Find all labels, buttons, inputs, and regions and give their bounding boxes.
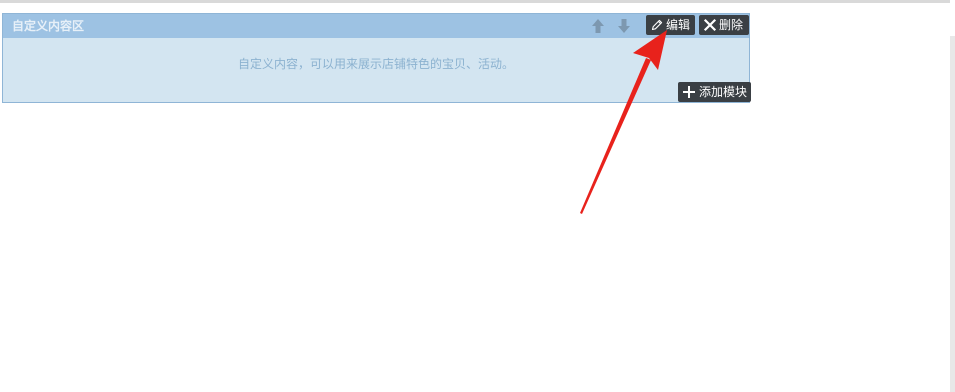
custom-content-module[interactable]: 自定义内容区 编辑 删除 自定义内容，可以用来展示店铺特色的宝贝、活动。 (2, 13, 750, 103)
edit-button[interactable]: 编辑 (646, 15, 695, 35)
scrollbar-thumb[interactable] (950, 0, 955, 36)
page: 自定义内容区 编辑 删除 自定义内容，可以用来展示店铺特色的宝贝、活动。 添加模… (0, 0, 955, 392)
arrow-down-icon[interactable] (616, 17, 632, 35)
add-module-button[interactable]: 添加模块 (678, 82, 751, 102)
plus-icon (682, 85, 696, 99)
arrow-up-icon[interactable] (590, 17, 606, 35)
module-header: 自定义内容区 编辑 删除 (3, 14, 749, 38)
delete-label: 删除 (719, 18, 744, 32)
delete-button[interactable]: 删除 (699, 15, 749, 35)
scrollbar[interactable] (950, 0, 955, 392)
top-border (0, 0, 955, 3)
module-title: 自定义内容区 (12, 19, 85, 33)
pencil-icon (650, 18, 664, 32)
edit-label: 编辑 (666, 18, 691, 32)
close-icon (703, 18, 717, 32)
add-module-label: 添加模块 (699, 85, 748, 99)
module-description: 自定义内容，可以用来展示店铺特色的宝贝、活动。 (237, 57, 514, 71)
